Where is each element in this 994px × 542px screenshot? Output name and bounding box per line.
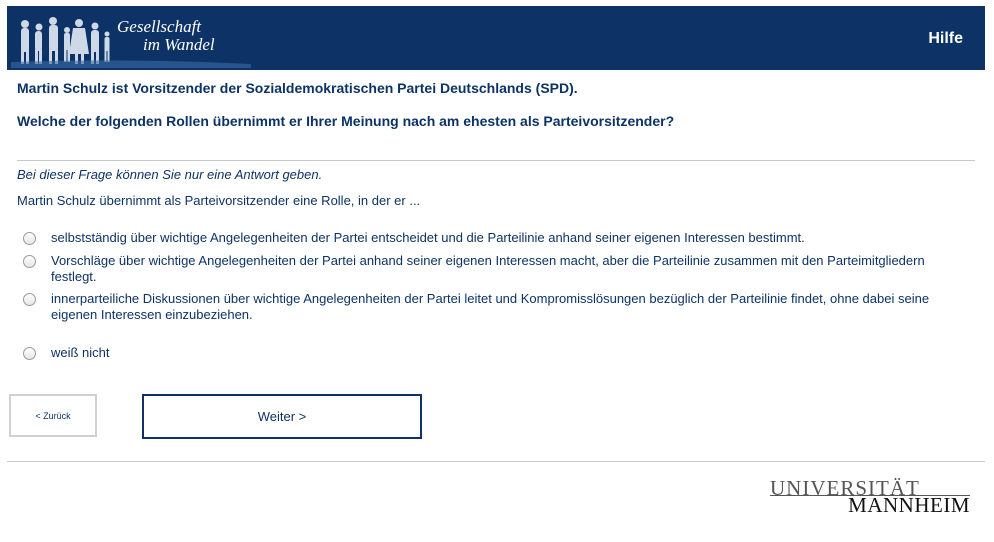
answer-option-2[interactable]: Vorschläge über wichtige Angelegenheiten… <box>17 253 967 285</box>
survey-page: Gesellschaft im Wandel Hilfe Martin Schu… <box>0 0 994 542</box>
radio-button[interactable] <box>23 255 36 268</box>
question-intro: Martin Schulz ist Vorsitzender der Sozia… <box>17 80 578 96</box>
logo-text: Gesellschaft im Wandel <box>117 18 215 54</box>
radio-button[interactable] <box>23 232 36 245</box>
back-button[interactable]: < Zurück <box>9 394 97 437</box>
divider <box>17 160 975 161</box>
radio-button[interactable] <box>23 347 36 360</box>
logo-line-2: im Wandel <box>143 35 215 54</box>
radio-button[interactable] <box>23 293 36 306</box>
help-link[interactable]: Hilfe <box>928 30 963 48</box>
logo-line-1: Gesellschaft <box>117 17 202 36</box>
answer-option-label: weiß nicht <box>51 345 110 360</box>
answer-option-dont-know[interactable]: weiß nicht <box>17 345 967 361</box>
question-title: Welche der folgenden Rollen übernimmt er… <box>17 113 675 129</box>
answer-option-label: selbstständig über wichtige Angelegenhei… <box>51 230 805 245</box>
university-logo-bottom: MANNHEIM <box>848 493 970 517</box>
answer-option-3[interactable]: innerparteiliche Diskussionen über wicht… <box>17 291 967 323</box>
next-button[interactable]: Weiter > <box>142 394 422 439</box>
answer-option-1[interactable]: selbstständig über wichtige Angelegenhei… <box>17 230 967 246</box>
header-banner: Gesellschaft im Wandel Hilfe <box>7 6 985 70</box>
answer-hint: Bei dieser Frage können Sie nur eine Ant… <box>17 167 323 182</box>
answer-option-label: innerparteiliche Diskussionen über wicht… <box>51 291 930 322</box>
footer-divider <box>7 461 985 462</box>
university-logo: UNIVERSITÄT MANNHEIM <box>770 476 970 517</box>
question-stem: Martin Schulz übernimmt als Parteivorsit… <box>17 193 421 208</box>
answer-option-label: Vorschläge über wichtige Angelegenheiten… <box>51 253 925 284</box>
